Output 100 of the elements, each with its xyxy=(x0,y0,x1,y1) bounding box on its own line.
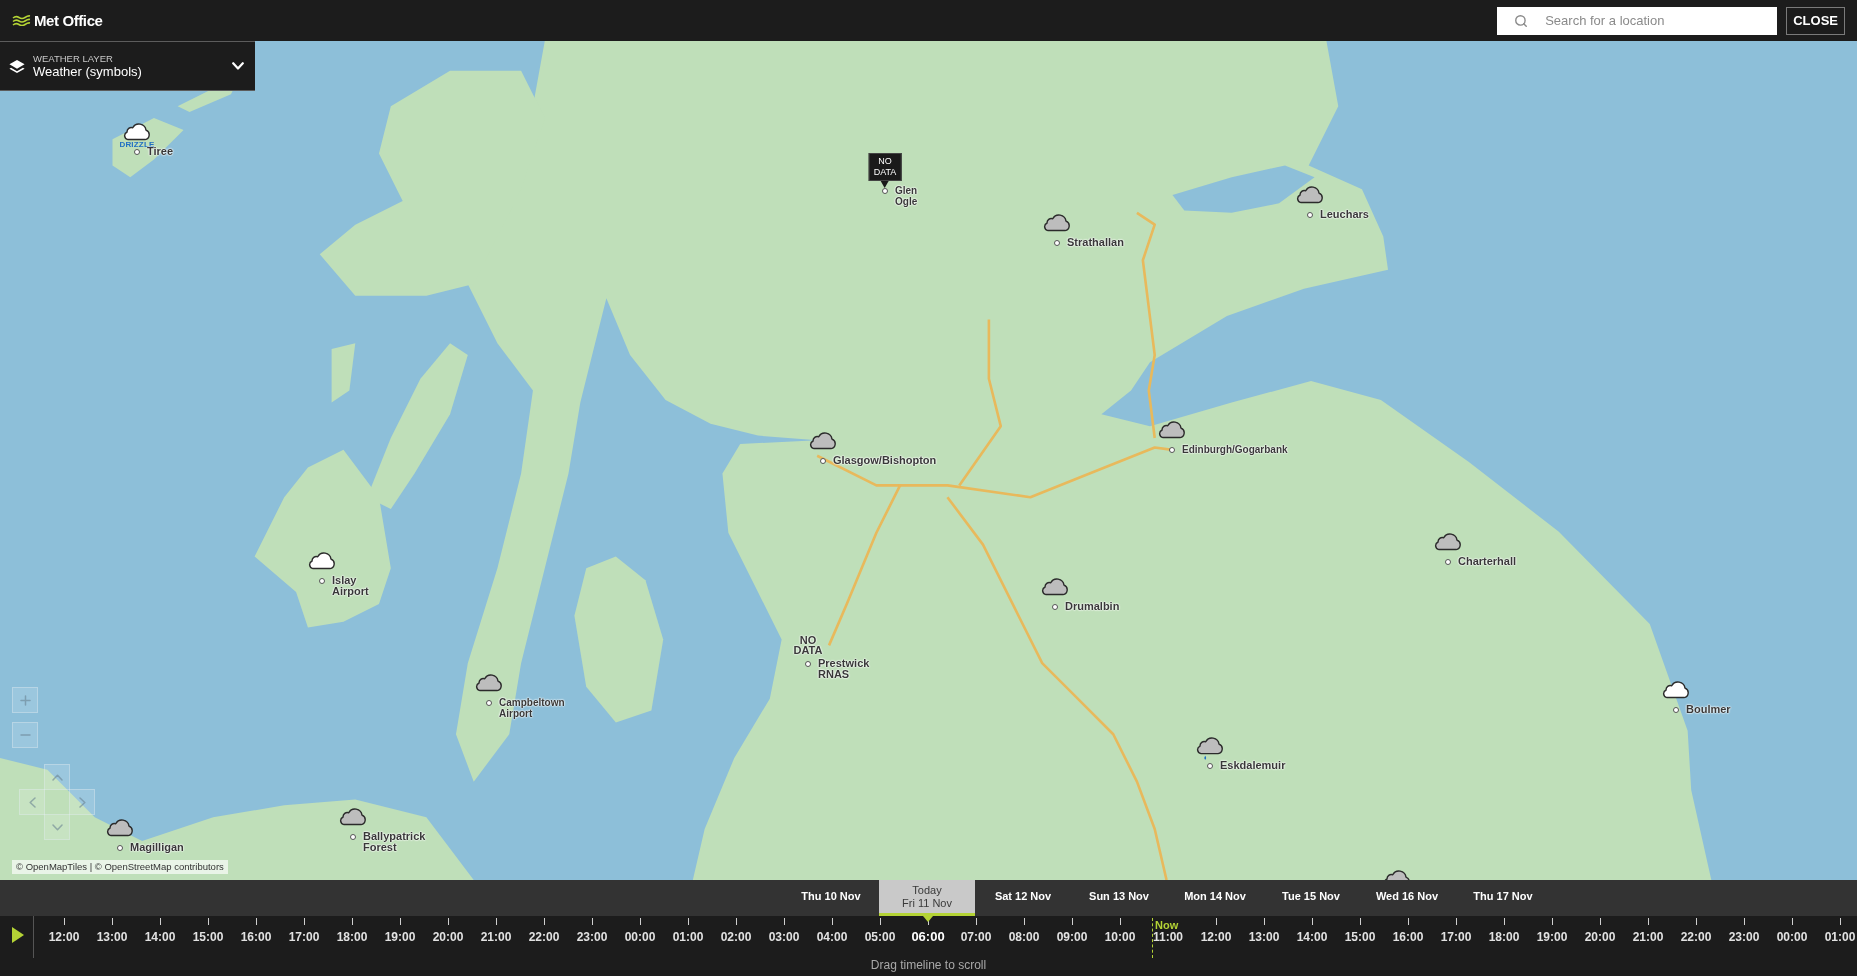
station-name: Ballypatrick Forest xyxy=(363,831,426,853)
pan-right-button[interactable] xyxy=(69,789,95,815)
station-name: Campbeltown Airport xyxy=(499,697,565,719)
hour-label[interactable]: 12:00 xyxy=(1200,930,1232,944)
day-tab[interactable]: Mon 14 Nov xyxy=(1167,880,1263,916)
hour-label[interactable]: 04:00 xyxy=(816,930,848,944)
hour-label[interactable]: 10:00 xyxy=(1104,930,1136,944)
minus-icon xyxy=(19,734,31,736)
station-dot xyxy=(350,834,356,840)
hour-label[interactable]: 14:00 xyxy=(144,930,176,944)
search-field[interactable]: Search for a location xyxy=(1497,6,1778,35)
day-tab[interactable]: Today Fri 11 Nov xyxy=(879,880,975,916)
triangle-marker-icon xyxy=(923,916,933,922)
cloud-icon xyxy=(122,123,152,141)
hour-label[interactable]: 02:00 xyxy=(720,930,752,944)
hour-label[interactable]: 03:00 xyxy=(768,930,800,944)
station-dot xyxy=(1052,604,1058,610)
station-dot xyxy=(486,700,492,706)
day-tab[interactable]: Tue 15 Nov xyxy=(1263,880,1359,916)
station-name: Charterhall xyxy=(1458,556,1517,567)
station-dot xyxy=(882,188,888,194)
chevron-left-icon xyxy=(28,796,36,808)
cloud-icon xyxy=(1295,186,1325,204)
timeline-hint: Drag timeline to scroll xyxy=(870,958,987,972)
station-name: Drumalbin xyxy=(1065,601,1120,612)
hour-label[interactable]: 15:00 xyxy=(192,930,224,944)
now-label: Now xyxy=(1155,919,1179,931)
no-data-text: NO DATA xyxy=(793,635,823,655)
hour-label[interactable]: 21:00 xyxy=(480,930,512,944)
station-dot xyxy=(1307,212,1313,218)
station-name: Strathallan xyxy=(1067,237,1124,248)
layer-selector[interactable]: WEATHER LAYER Weather (symbols) xyxy=(0,41,255,91)
hour-label[interactable]: 07:00 xyxy=(960,930,992,944)
pan-down-button[interactable] xyxy=(44,814,70,840)
chevron-down-icon xyxy=(51,823,63,831)
hour-label[interactable]: 13:00 xyxy=(96,930,128,944)
chevron-up-icon xyxy=(51,773,63,781)
pan-up-button[interactable] xyxy=(44,764,70,790)
hour-label[interactable]: 12:00 xyxy=(48,930,80,944)
hour-label[interactable]: 19:00 xyxy=(384,930,416,944)
station-name: Glen Ogle xyxy=(895,185,918,207)
day-tab[interactable]: Thu 17 Nov xyxy=(1455,880,1551,916)
map-attribution: © OpenMapTiles | © OpenStreetMap contributors xyxy=(12,860,228,874)
hour-label[interactable]: 06:00 xyxy=(911,930,945,944)
station-dot xyxy=(1054,240,1060,246)
hour-label[interactable]: 18:00 xyxy=(336,930,368,944)
logo-link[interactable]: Met Office xyxy=(12,12,103,29)
hour-label[interactable]: 20:00 xyxy=(432,930,464,944)
station-name: Prestwick RNAS xyxy=(818,658,870,680)
station-name: Islay Airport xyxy=(332,575,369,597)
station-name: Magilligan xyxy=(130,842,184,853)
station-name: Eskdalemuir xyxy=(1220,760,1286,771)
cloud-icon xyxy=(307,552,337,570)
hour-label[interactable]: 19:00 xyxy=(1536,930,1568,944)
pan-left-button[interactable] xyxy=(19,789,45,815)
hour-label[interactable]: 16:00 xyxy=(240,930,272,944)
hour-label[interactable]: 01:00 xyxy=(1824,930,1856,944)
hour-label[interactable]: 13:00 xyxy=(1248,930,1280,944)
zoom-out-button[interactable] xyxy=(12,722,38,748)
hour-label[interactable]: 20:00 xyxy=(1584,930,1616,944)
hour-label[interactable]: 21:00 xyxy=(1632,930,1664,944)
cloud-icon xyxy=(1433,533,1463,551)
hour-label[interactable]: 08:00 xyxy=(1008,930,1040,944)
station-dot xyxy=(1169,447,1175,453)
station-dot xyxy=(820,458,826,464)
wavy-lines-icon xyxy=(12,15,31,26)
hour-label[interactable]: 23:00 xyxy=(1728,930,1760,944)
station-dot xyxy=(1445,559,1451,565)
hour-label[interactable]: 05:00 xyxy=(864,930,896,944)
plus-icon xyxy=(19,694,31,706)
hour-label[interactable]: 15:00 xyxy=(1344,930,1376,944)
hour-label[interactable]: 22:00 xyxy=(1680,930,1712,944)
cloud-icon xyxy=(1042,214,1072,232)
hour-label[interactable]: 00:00 xyxy=(624,930,656,944)
hour-label[interactable]: 14:00 xyxy=(1296,930,1328,944)
layers-icon xyxy=(9,59,25,73)
cloud-icon xyxy=(1157,421,1187,439)
hour-label[interactable]: 22:00 xyxy=(528,930,560,944)
day-tab[interactable]: Sat 12 Nov xyxy=(975,880,1071,916)
station-dot xyxy=(117,845,123,851)
zoom-in-button[interactable] xyxy=(12,687,38,713)
day-tab[interactable]: Sun 13 Nov xyxy=(1071,880,1167,916)
hour-label[interactable]: 17:00 xyxy=(1440,930,1472,944)
hour-label[interactable]: 11:00 xyxy=(1153,930,1183,944)
hour-label[interactable]: 00:00 xyxy=(1776,930,1808,944)
hour-label[interactable]: 01:00 xyxy=(672,930,704,944)
close-button[interactable]: CLOSE xyxy=(1786,6,1845,35)
day-tab[interactable]: Thu 10 Nov xyxy=(783,880,879,916)
search-icon xyxy=(1514,13,1529,28)
station-name: Edinburgh/Gogarbank xyxy=(1182,444,1288,455)
station-name: Tiree xyxy=(147,146,174,157)
hour-label[interactable]: 09:00 xyxy=(1056,930,1088,944)
hour-label[interactable]: 16:00 xyxy=(1392,930,1424,944)
day-tab[interactable]: Wed 16 Nov xyxy=(1359,880,1455,916)
hour-label[interactable]: 17:00 xyxy=(288,930,320,944)
station-name: Boulmer xyxy=(1686,704,1731,715)
hour-label[interactable]: 18:00 xyxy=(1488,930,1520,944)
hour-label[interactable]: 23:00 xyxy=(576,930,608,944)
station-dot xyxy=(805,661,811,667)
station-dot xyxy=(1207,763,1213,769)
